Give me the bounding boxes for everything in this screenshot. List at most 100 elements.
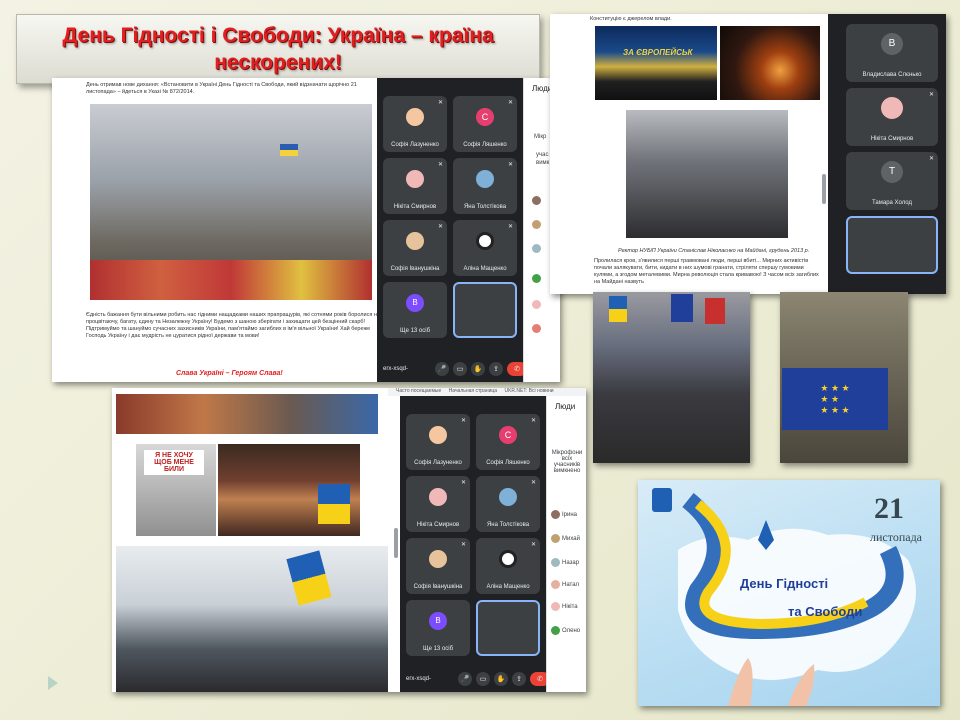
raise-hand-button[interactable]: ✋	[471, 362, 485, 376]
screenshot-meet-1: День отримав нове дихання: «Встановити в…	[52, 78, 560, 382]
participant-tile[interactable]: ✕ Яна Толстікова	[476, 476, 540, 532]
mic-off-icon: ✕	[530, 480, 536, 486]
participant-name: Софія Ляшенко	[463, 142, 507, 148]
self-video-tile[interactable]	[846, 216, 938, 274]
avatar	[551, 558, 560, 567]
camera-button[interactable]: ▭	[453, 362, 467, 376]
stage-sign: ЗА ЄВРОПЕЙСЬК	[623, 48, 693, 57]
participant-tile[interactable]: В Владислава Слєнько	[846, 24, 938, 82]
avatar	[551, 510, 560, 519]
participant-name: Ірина	[562, 512, 578, 518]
participant-tile[interactable]: С ✕ Софія Ляшенко	[476, 414, 540, 470]
mic-off-icon: ✕	[530, 418, 536, 424]
mic-off-icon: ✕	[507, 224, 513, 230]
mic-notice: вимк	[536, 160, 550, 166]
avatar: С	[476, 108, 494, 127]
meeting-code: erx-xsqd-	[406, 676, 432, 682]
present-button[interactable]: ⇪	[512, 672, 526, 686]
doc-text: Пролилася кров, з'явилися перші травмова…	[594, 258, 819, 285]
more-participants-label: Ще 13 осіб	[399, 328, 431, 334]
ua-flag-icon	[286, 550, 332, 606]
ua-flag-icon	[280, 144, 298, 156]
participant-tile[interactable]: ✕ Софія Іванушкіна	[406, 538, 470, 594]
screenshot-meet-2: Конституцію є джерелом влади. ЗА ЄВРОПЕЙ…	[550, 14, 946, 294]
participant-tile[interactable]: С ✕ Софія Ляшенко	[453, 96, 517, 152]
avatar	[499, 488, 517, 507]
slogan: Слава Україні – Героям Слава!	[176, 370, 283, 377]
more-participants-tile[interactable]: В Ще 13 осіб	[383, 282, 447, 338]
avatar	[532, 324, 541, 333]
self-video-tile[interactable]	[476, 600, 540, 656]
participant-name: Софія Лазуненко	[391, 142, 439, 148]
participant-name: Нікіта Смирнов	[416, 522, 460, 528]
screenshot-meet-3: Я НЕ ХОЧУ ЩОБ МЕНЕ БИЛИ Часто посещаемые…	[112, 388, 586, 692]
participant-name: Нікіта	[562, 604, 578, 610]
rector-maidan-photo	[626, 110, 788, 238]
mic-off-icon: ✕	[507, 162, 513, 168]
avatar	[429, 426, 447, 445]
avatar	[476, 170, 494, 189]
participant-tile[interactable]: ✕ Софія Іванушкіна	[383, 220, 447, 276]
avatar	[499, 550, 517, 569]
participant-tile[interactable]: ✕ Софія Лазуненко	[383, 96, 447, 152]
card-line-1: День Гідності	[740, 576, 829, 591]
man-eu-flag-photo: ★ ★ ★ ★ ★ ★ ★ ★	[780, 292, 908, 463]
avatar: С	[499, 426, 517, 445]
mic-off-icon: ✕	[437, 100, 443, 106]
avatar	[406, 108, 424, 127]
present-button[interactable]: ⇪	[489, 362, 503, 376]
raise-hand-button[interactable]: ✋	[494, 672, 508, 686]
mic-off-icon: ✕	[530, 542, 536, 548]
more-participants-tile[interactable]: В Ще 13 осіб	[406, 600, 470, 656]
mic-off-icon: ✕	[460, 418, 466, 424]
photo-caption: Ректор НУБіП України Станіслав Ніколаєнк…	[618, 248, 810, 254]
scrollbar[interactable]	[394, 528, 398, 558]
participant-tile[interactable]: ✕ Софія Лазуненко	[406, 414, 470, 470]
ua-flag-icon	[318, 484, 350, 524]
participant-tile[interactable]: ✕ Аліна Мащенко	[453, 220, 517, 276]
scrollbar[interactable]	[822, 174, 826, 204]
maidan-memorial-photo	[90, 104, 372, 300]
participant-name: Софія Ляшенко	[486, 460, 530, 466]
cooking-maidan-photo	[116, 546, 388, 692]
protest-sign: Я НЕ ХОЧУ ЩОБ МЕНЕ БИЛИ	[144, 450, 204, 475]
mic-button[interactable]: 🎤	[435, 362, 449, 376]
tab-frequent[interactable]: Часто посещаемые	[396, 388, 441, 394]
doc-intro: День отримав нове дихання: «Встановити в…	[86, 82, 357, 95]
nav-arrow-icon[interactable]	[48, 676, 58, 690]
mic-off-icon: ✕	[928, 92, 934, 98]
day-of-dignity-card: 21 листопада День Гідності та Свободи	[638, 480, 940, 706]
mic-button[interactable]: 🎤	[458, 672, 472, 686]
title-banner: День Гідності і Свободи: Україна – країн…	[16, 14, 540, 84]
tea-stall-photo	[218, 444, 360, 536]
participant-tile[interactable]: Т ✕ Тамара Холод	[846, 152, 938, 210]
avatar	[551, 602, 560, 611]
tab-ukrnet[interactable]: UKR.NET: Всі новини	[504, 388, 553, 394]
eu-flag-icon	[671, 294, 693, 322]
participant-name: Софія Лазуненко	[414, 460, 462, 466]
participant-tile[interactable]: ✕ Аліна Мащенко	[476, 538, 540, 594]
participant-tile[interactable]: ✕ Нікіта Смирнов	[406, 476, 470, 532]
avatar	[532, 196, 541, 205]
red-flag-icon	[705, 298, 725, 324]
doc-caption-top: Конституцію є джерелом влади.	[590, 16, 672, 22]
avatar: В	[881, 33, 903, 56]
avatar: Т	[881, 161, 903, 184]
eu-flag-icon: ★ ★ ★ ★ ★ ★ ★ ★	[782, 368, 888, 430]
participant-name: Аліна Мащенко	[486, 584, 530, 590]
mic-off-icon: ✕	[460, 542, 466, 548]
participant-name: Софія Іванушкіна	[390, 266, 440, 272]
participant-tile[interactable]: ✕ Яна Толстікова	[453, 158, 517, 214]
avatar	[532, 220, 541, 229]
participant-tile[interactable]: ✕ Нікіта Смирнов	[383, 158, 447, 214]
camera-button[interactable]: ▭	[476, 672, 490, 686]
participant-name: Нікіта Смирнов	[870, 136, 914, 142]
avatar	[406, 232, 424, 251]
tab-start-page[interactable]: Начальная страница	[449, 388, 497, 394]
flowers-area	[90, 260, 372, 300]
participant-tile[interactable]: ✕ Нікіта Смирнов	[846, 88, 938, 146]
participant-name: Яна Толстікова	[463, 204, 507, 210]
avatar	[429, 550, 447, 569]
protest-sign-photo: Я НЕ ХОЧУ ЩОБ МЕНЕ БИЛИ	[136, 444, 216, 536]
self-video-tile[interactable]	[453, 282, 517, 338]
